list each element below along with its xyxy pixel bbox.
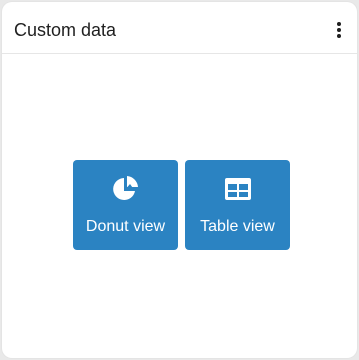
table-icon xyxy=(224,178,251,200)
donut-view-label: Donut view xyxy=(85,218,166,235)
kebab-menu-icon[interactable] xyxy=(335,19,343,39)
table-view-label: Table view xyxy=(200,218,275,235)
custom-data-card: Custom data Donut view Table view xyxy=(2,2,357,358)
donut-view-button[interactable]: Donut view xyxy=(73,160,178,250)
pie-chart-icon xyxy=(112,176,138,200)
card-header: Custom data xyxy=(2,2,357,54)
table-view-button[interactable]: Table view xyxy=(185,160,290,250)
card-title: Custom data xyxy=(14,20,117,40)
